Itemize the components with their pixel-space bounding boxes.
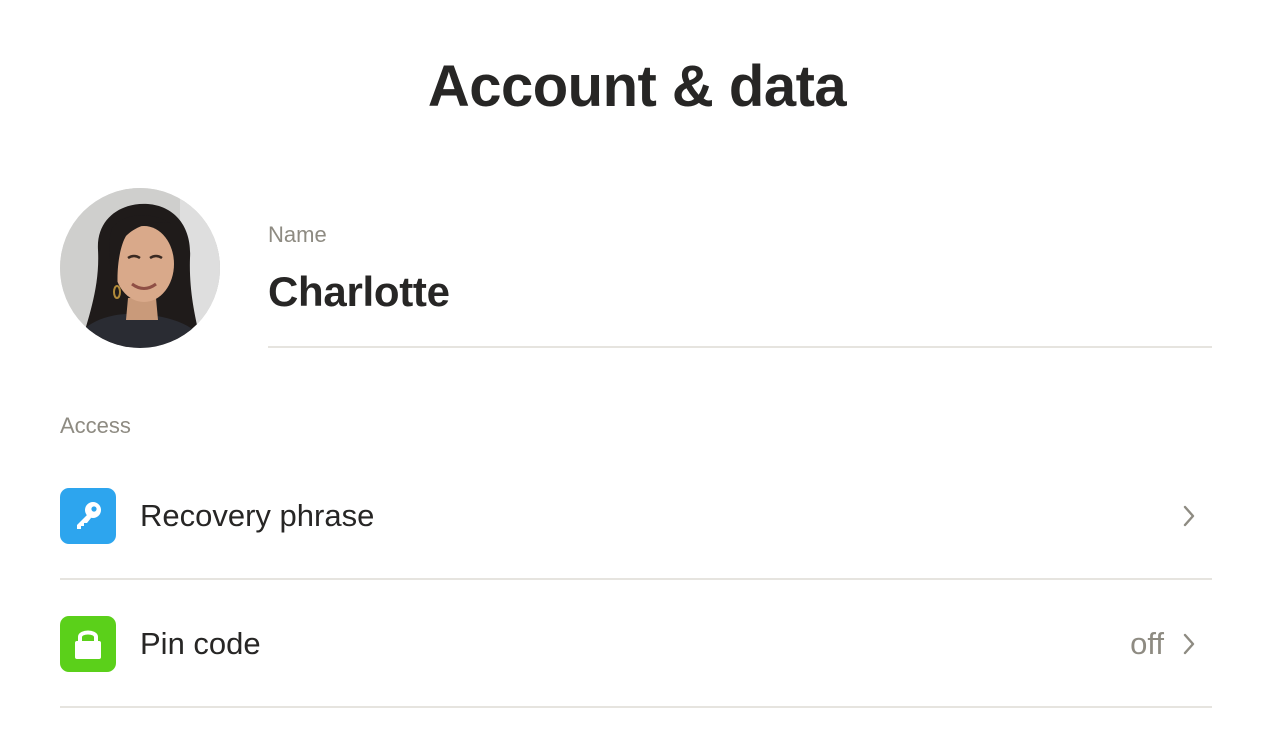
recovery-phrase-label: Recovery phrase bbox=[140, 498, 375, 533]
recovery-phrase-row[interactable]: Recovery phrase bbox=[60, 452, 1212, 580]
pin-code-row[interactable]: Pin code off bbox=[60, 580, 1212, 708]
chevron-right-icon bbox=[1183, 633, 1195, 655]
avatar-photo bbox=[60, 188, 220, 348]
name-field[interactable]: Name Charlotte bbox=[268, 218, 1212, 318]
lock-icon bbox=[60, 616, 116, 672]
chevron-right-icon bbox=[1183, 505, 1195, 527]
row-divider bbox=[60, 706, 1212, 708]
pin-code-label: Pin code bbox=[140, 626, 261, 661]
key-icon bbox=[60, 488, 116, 544]
name-label: Name bbox=[268, 222, 327, 247]
name-value[interactable]: Charlotte bbox=[268, 266, 1212, 318]
pin-code-status: off bbox=[1130, 626, 1164, 661]
section-label-access: Access bbox=[60, 413, 131, 438]
avatar[interactable] bbox=[60, 188, 220, 348]
page-title: Account & data bbox=[427, 54, 847, 119]
name-divider bbox=[268, 346, 1212, 348]
